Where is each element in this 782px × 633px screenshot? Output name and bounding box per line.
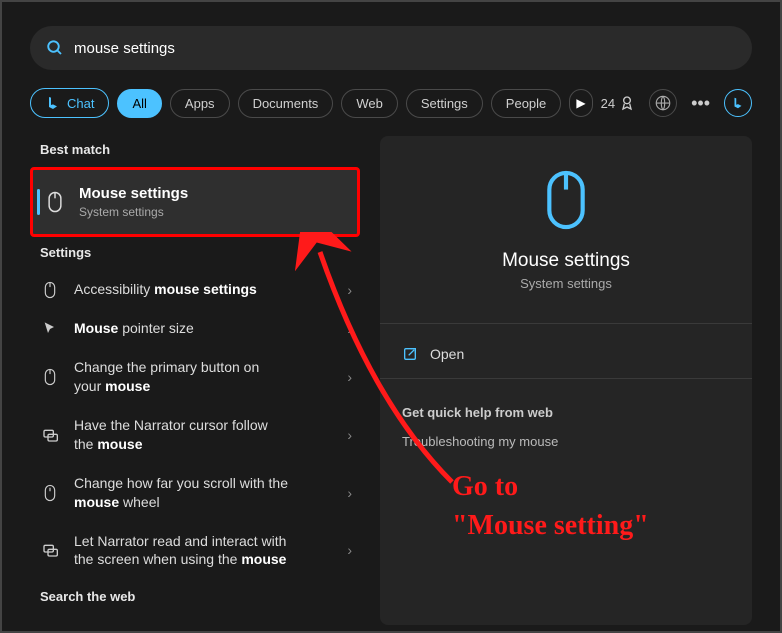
result-text: Change the primary button onyour mouse <box>74 358 347 396</box>
apps-chip[interactable]: Apps <box>170 89 230 118</box>
best-match-subtitle: System settings <box>79 204 347 220</box>
chip-label: People <box>506 96 546 111</box>
cursor-icon <box>38 321 62 337</box>
chip-label: Documents <box>253 96 319 111</box>
results-column: Best match Mouse settings System setting… <box>30 136 360 625</box>
result-text: Have the Narrator cursor followthe mouse <box>74 416 347 454</box>
bing-icon-button[interactable] <box>724 89 752 117</box>
bing-chat-icon <box>45 95 61 111</box>
chip-label: Settings <box>421 96 468 111</box>
chevron-right-icon: › <box>347 369 352 385</box>
help-link-troubleshoot[interactable]: Troubleshooting my mouse <box>400 430 732 453</box>
open-action[interactable]: Open <box>400 338 732 370</box>
preview-title: Mouse settings <box>400 250 732 272</box>
open-icon <box>402 346 418 362</box>
mouse-large-icon <box>541 168 591 232</box>
best-match-text: Mouse settings System settings <box>79 184 347 220</box>
result-primary-button[interactable]: Change the primary button onyour mouse › <box>30 348 360 406</box>
preview-subtitle: System settings <box>400 276 732 291</box>
bing-icon <box>731 96 745 110</box>
search-bar[interactable] <box>30 26 752 70</box>
globe-icon <box>654 94 672 112</box>
people-chip[interactable]: People <box>491 89 561 118</box>
mouse-icon <box>38 281 62 299</box>
mouse-icon <box>38 484 62 502</box>
search-web-header: Search the web <box>40 589 360 604</box>
result-accessibility-mouse[interactable]: Accessibility mouse settings › <box>30 270 360 309</box>
web-chip[interactable]: Web <box>341 89 398 118</box>
result-pointer-size[interactable]: Mouse pointer size › <box>30 309 360 348</box>
best-match-title: Mouse settings <box>79 184 347 204</box>
header-right-icons: 24 ••• <box>601 89 752 117</box>
open-label: Open <box>430 346 464 362</box>
settings-header: Settings <box>40 245 360 260</box>
preview-panel: Mouse settings System settings Open Get … <box>380 136 752 625</box>
all-chip[interactable]: All <box>117 89 161 118</box>
chip-label: All <box>132 96 146 111</box>
settings-chip[interactable]: Settings <box>406 89 483 118</box>
documents-chip[interactable]: Documents <box>238 89 334 118</box>
best-match-item[interactable]: Mouse settings System settings <box>30 167 360 237</box>
result-text: Change how far you scroll with themouse … <box>74 474 347 512</box>
rewards-counter[interactable]: 24 <box>601 95 635 111</box>
result-text: Mouse pointer size <box>74 319 347 338</box>
more-chip[interactable]: ▶ <box>569 89 592 117</box>
chevron-right-icon: › <box>347 542 352 558</box>
narrator-icon <box>38 427 62 443</box>
filter-row: Chat All Apps Documents Web Settings Peo… <box>2 88 780 118</box>
result-narrator-read[interactable]: Let Narrator read and interact withthe s… <box>30 522 360 580</box>
chip-label: Chat <box>67 96 94 111</box>
result-text: Let Narrator read and interact withthe s… <box>74 532 347 570</box>
chip-label: Apps <box>185 96 215 111</box>
chevron-right-icon: › <box>347 321 352 337</box>
narrator-icon <box>38 542 62 558</box>
rewards-icon <box>619 95 635 111</box>
rewards-count: 24 <box>601 96 615 111</box>
result-text: Accessibility mouse settings <box>74 280 347 299</box>
chip-label: Web <box>356 96 383 111</box>
mouse-icon <box>43 191 67 213</box>
divider <box>380 378 752 379</box>
result-scroll-wheel[interactable]: Change how far you scroll with themouse … <box>30 464 360 522</box>
divider <box>380 323 752 324</box>
search-icon <box>46 39 64 57</box>
mouse-icon <box>38 368 62 386</box>
globe-icon-button[interactable] <box>649 89 677 117</box>
best-match-header: Best match <box>40 142 360 157</box>
chevron-right-icon: › <box>347 485 352 501</box>
chat-chip[interactable]: Chat <box>30 88 109 118</box>
more-options-button[interactable]: ••• <box>691 93 710 114</box>
result-narrator-follow[interactable]: Have the Narrator cursor followthe mouse… <box>30 406 360 464</box>
search-input[interactable] <box>74 40 736 57</box>
chevron-right-icon: › <box>347 427 352 443</box>
help-header: Get quick help from web <box>402 405 732 420</box>
chevron-right-icon: › <box>347 282 352 298</box>
